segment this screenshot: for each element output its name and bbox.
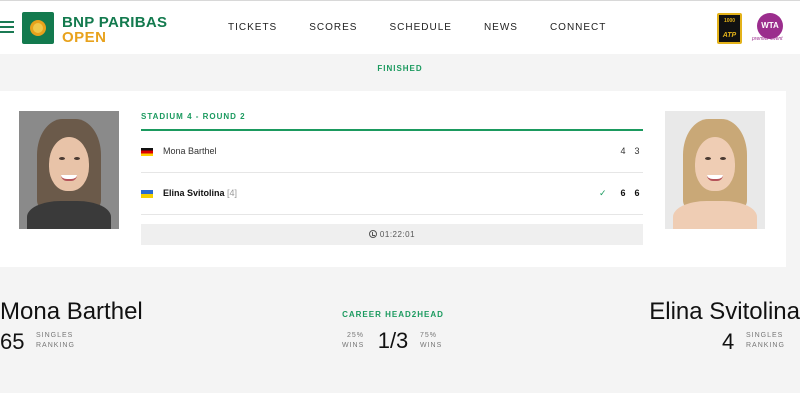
- round-label: STADIUM 4 - ROUND 2: [141, 112, 246, 121]
- match-duration: 01:22:01: [141, 224, 643, 245]
- ranking-label-line: RANKING: [746, 342, 785, 349]
- main-nav: TICKETS SCORES SCHEDULE NEWS CONNECT: [228, 22, 638, 33]
- set-score: 6: [620, 188, 626, 198]
- tournament-logo[interactable]: [22, 12, 54, 44]
- nav-tickets[interactable]: TICKETS: [228, 22, 277, 33]
- wta-sub-label: premier event: [752, 36, 783, 42]
- atp-1000-logo[interactable]: 1000 ATP: [717, 13, 742, 44]
- atp-label: ATP: [722, 32, 737, 39]
- nav-news[interactable]: NEWS: [484, 22, 518, 33]
- player-row[interactable]: Elina Svitolina [4] ✓ 6 6: [141, 173, 643, 215]
- player-ranking: 4: [722, 329, 735, 354]
- h2h-right-pct: 75% WINS: [420, 331, 442, 351]
- flag-ukraine: [141, 190, 153, 198]
- atp-number: 1000: [723, 18, 736, 24]
- player-name: Mona Barthel: [163, 146, 217, 156]
- player-seed: [4]: [227, 188, 238, 198]
- brand-name-sub[interactable]: OPEN: [62, 29, 107, 46]
- player-photo-svitolina: [665, 111, 765, 229]
- match-status: FINISHED: [377, 64, 423, 73]
- duration-text: 01:22:01: [379, 230, 416, 239]
- nav-schedule[interactable]: SCHEDULE: [389, 22, 451, 33]
- set-score: 4: [620, 146, 626, 156]
- clock-icon: [368, 230, 377, 238]
- player-name: Elina Svitolina [4]: [163, 188, 237, 198]
- h2h-score: 1/3: [377, 328, 409, 353]
- site-header: BNP PARIBAS OPEN TICKETS SCORES SCHEDULE…: [0, 0, 800, 54]
- set-score: 3: [634, 146, 640, 156]
- flag-germany: [141, 148, 153, 156]
- player-summary-name[interactable]: Elina Svitolina: [649, 298, 800, 326]
- player-photo-barthel: [19, 111, 119, 229]
- player-name-text: Elina Svitolina: [163, 188, 225, 198]
- wins-label: WINS: [420, 342, 443, 349]
- ranking-label-line: SINGLES: [746, 332, 784, 339]
- match-card: STADIUM 4 - ROUND 2 Mona Barthel 4 3 Eli…: [0, 91, 786, 267]
- menu-icon[interactable]: [0, 21, 14, 35]
- win-pct: 75%: [420, 332, 438, 339]
- set-score: 6: [634, 188, 640, 198]
- ranking-label: SINGLES RANKING: [746, 331, 785, 351]
- check-icon: ✓: [599, 188, 607, 198]
- nav-scores[interactable]: SCORES: [309, 22, 357, 33]
- player-row[interactable]: Mona Barthel 4 3: [141, 131, 643, 173]
- nav-connect[interactable]: CONNECT: [550, 22, 606, 33]
